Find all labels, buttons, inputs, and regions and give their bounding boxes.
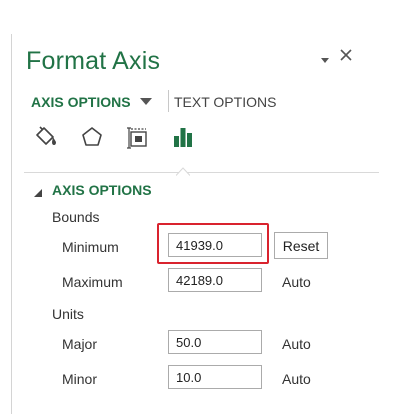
tab-text-options[interactable]: TEXT OPTIONS (174, 93, 276, 111)
bounds-label: Bounds (52, 209, 100, 225)
minor-label: Minor (62, 371, 98, 387)
fill-line-icon[interactable] (33, 124, 59, 150)
pane-left-border (11, 34, 12, 414)
axis-options-bar-chart-icon[interactable] (170, 124, 196, 150)
minimum-highlight-box (157, 223, 269, 264)
tab-separator (168, 90, 169, 112)
major-unit-input[interactable] (168, 330, 262, 354)
pane-title: Format Axis (26, 47, 161, 75)
section-title-axis-options[interactable]: AXIS OPTIONS (52, 182, 152, 198)
units-label: Units (52, 306, 84, 322)
close-icon[interactable] (338, 47, 354, 63)
selected-category-notch (175, 163, 191, 176)
reset-button[interactable]: Reset (274, 232, 328, 259)
size-properties-icon[interactable] (125, 124, 151, 150)
category-divider (24, 172, 379, 173)
effects-pentagon-icon[interactable] (79, 124, 105, 150)
maximum-bound-input[interactable] (168, 268, 262, 292)
maximum-auto-label: Auto (282, 274, 311, 290)
tab-axis-options[interactable]: AXIS OPTIONS (31, 93, 152, 111)
major-auto-label: Auto (282, 336, 311, 352)
section-collapse-triangle-icon[interactable] (33, 185, 43, 197)
major-label: Major (62, 336, 98, 352)
minor-auto-label: Auto (282, 371, 311, 387)
format-axis-pane: Format Axis AXIS OPTIONS TEXT OPTIONS AX… (0, 0, 394, 414)
tab-axis-options-label: AXIS OPTIONS (31, 94, 131, 110)
minimum-label: Minimum (62, 239, 119, 255)
pane-options-chevron-down-icon[interactable] (318, 52, 332, 63)
caret-down-icon (139, 98, 152, 105)
maximum-label: Maximum (62, 274, 123, 290)
minor-unit-input[interactable] (168, 365, 262, 389)
